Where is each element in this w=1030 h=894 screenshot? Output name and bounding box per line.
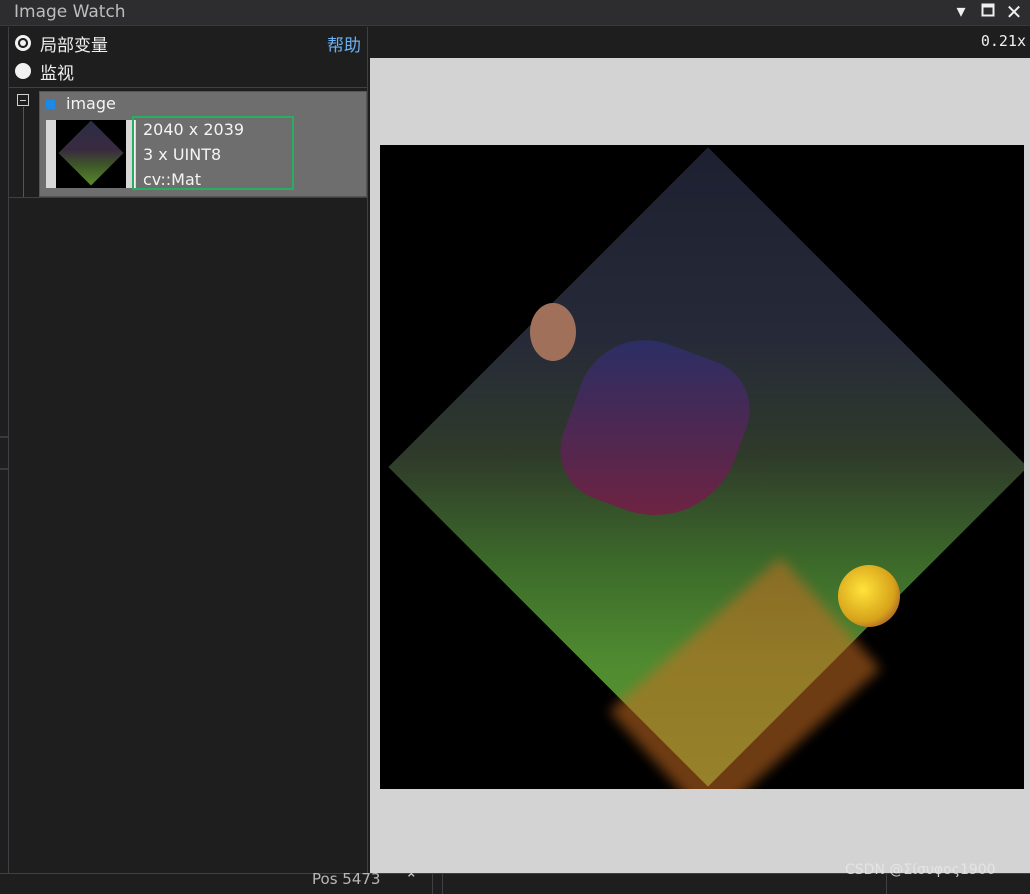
image-canvas[interactable] [380,145,1024,789]
chevron-up-icon[interactable]: ⌃ [405,870,418,888]
zoom-level: 0.21x [980,32,1026,50]
variables-panel: 局部变量 监视 帮助 image 2040 x 2039 3 x UINT8 c… [8,27,368,873]
list-item-image[interactable]: image 2040 x 2039 3 x UINT8 cv::Mat [39,91,367,197]
radio-watch-label: 监视 [40,63,74,84]
thumbnail-canvas [56,120,126,188]
variable-name: image [66,94,116,113]
title-bar: Image Watch ▾ ✕ [0,0,1030,26]
maximize-icon-svg [981,3,995,17]
variable-type-icon [46,100,55,109]
thumbnail-content [58,120,124,186]
status-divider [442,874,443,894]
divider [9,87,367,88]
photo-ball [838,565,900,627]
image-viewer[interactable] [370,58,1030,873]
maximize-icon[interactable] [977,1,999,23]
image-channels: 3 x UINT8 [143,145,222,164]
radio-unchecked-icon[interactable] [15,63,31,79]
photo-player-head [530,303,576,361]
image-thumbnail[interactable] [46,120,136,188]
help-link[interactable]: 帮助 [327,31,361,56]
viewer-header: 0.21x [370,27,1030,58]
radio-watch[interactable]: 监视 [15,59,74,84]
image-info: 2040 x 2039 3 x UINT8 cv::Mat [132,116,294,190]
window-title: Image Watch [14,2,126,22]
image-dimensions: 2040 x 2039 [143,120,245,139]
dropdown-arrow-icon[interactable]: ▾ [950,1,972,23]
edge-marker [0,436,8,438]
radio-locals[interactable]: 局部变量 [15,31,108,56]
image-type: cv::Mat [143,170,202,189]
divider [9,197,367,198]
collapse-icon[interactable] [17,94,29,106]
close-icon[interactable]: ✕ [1003,1,1025,23]
edge-marker [0,468,8,470]
position-readout: Pos 5473 [312,870,381,888]
status-divider [432,874,433,894]
radio-checked-icon[interactable] [15,35,31,51]
watermark: CSDN @Σίσυφος1900 [845,862,996,878]
tree-line [23,107,24,197]
radio-locals-label: 局部变量 [40,35,108,56]
